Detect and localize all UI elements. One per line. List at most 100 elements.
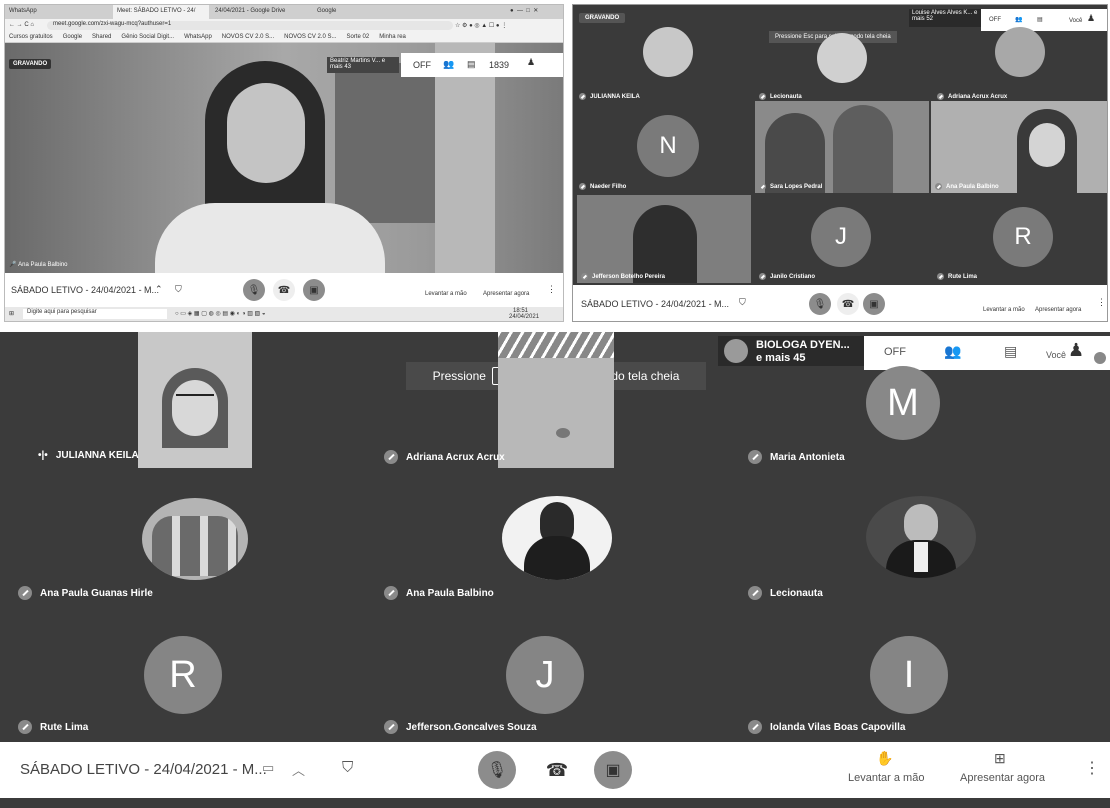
mic-off-icon: [384, 720, 398, 734]
recording-badge: GRAVANDO: [9, 59, 52, 69]
panel-b-screenshot: GRAVANDO Louise Alves Alves K... e mais …: [572, 4, 1108, 322]
raise-hand-button[interactable]: Levantar a mão: [425, 291, 467, 297]
bookmark[interactable]: Cursos gratuitos: [9, 34, 53, 40]
participant-name: •|• JULIANNA KEILA: [38, 450, 139, 461]
security-icon[interactable]: ⛉: [739, 297, 746, 308]
bookmark[interactable]: Shared: [92, 34, 111, 40]
off-toggle[interactable]: OFF: [413, 60, 431, 70]
participant-name-text: Ana Paula Balbino: [406, 587, 494, 599]
presenter-name-text: Ana Paula Balbino: [18, 262, 68, 268]
participant-initial-avatar: J: [811, 207, 871, 267]
bookmark[interactable]: Sorte 02: [347, 34, 370, 40]
captions-toggle-icon[interactable]: ▭: [262, 760, 274, 776]
ceiling-pattern: [498, 332, 614, 358]
hang-up-button[interactable]: ☎: [273, 279, 295, 301]
browser-tab[interactable]: 24/04/2021 - Google Drive: [215, 8, 305, 14]
bookmark[interactable]: WhatsApp: [184, 34, 212, 40]
browser-tab-active[interactable]: Meet: SÁBADO LETIVO - 24/: [113, 5, 209, 19]
address-bar-row: ← → C ⌂ meet.google.com/zxi-wagu-mcq?aut…: [5, 19, 563, 32]
raise-hand-button[interactable]: Levantar a mão: [983, 307, 1025, 313]
raise-hand-icon[interactable]: ✋: [876, 750, 893, 767]
participant-initial-avatar: J: [506, 636, 584, 714]
bookmark[interactable]: Gênio Social Digit...: [121, 34, 174, 40]
participant-name-text: Lecionauta: [770, 587, 823, 599]
chat-icon[interactable]: ▤: [467, 59, 476, 70]
meet-bottom-bar: SÁBADO LETIVO - 24/04/2021 - M... ⌃ ⛉ 🎙 …: [5, 273, 563, 307]
captions-icon[interactable]: ⌃: [155, 284, 163, 295]
participant-name: Ana Paula Guanas Hirle: [18, 586, 153, 600]
participant-tile: J Janilo Cristiano: [753, 195, 931, 283]
participant-name: Rute Lima: [937, 273, 977, 280]
video-person-glasses: [176, 394, 214, 404]
mic-off-icon: [579, 183, 586, 190]
meet-bottom-bar: SÁBADO LETIVO - 24/04/2021 - M... ⛉ 🎙 ☎ …: [573, 285, 1107, 321]
mic-off-button[interactable]: 🎙: [478, 751, 516, 789]
video-person-a: [765, 113, 825, 193]
participant-name-text: Ana Paula Guanas Hirle: [40, 587, 153, 599]
chevron-up-icon[interactable]: ︿: [292, 760, 305, 779]
participant-name: Ana Paula Balbino: [384, 586, 494, 600]
present-now-button[interactable]: Apresentar agora: [960, 772, 1045, 784]
raise-hand-button[interactable]: Levantar a mão: [848, 772, 924, 784]
participant-tile: Ana Paula Guanas Hirle: [10, 474, 370, 604]
video-person-face: [172, 380, 218, 436]
participant-name: Maria Antonieta: [748, 450, 845, 464]
browser-tab[interactable]: Google: [317, 8, 387, 14]
cam-off-button[interactable]: ▣: [303, 279, 325, 301]
bookmark[interactable]: Google: [63, 34, 82, 40]
more-options-icon[interactable]: ⋮: [1084, 758, 1100, 778]
participant-name-text: Rute Lima: [40, 721, 89, 733]
panel-a-screenshot: WhatsApp Meet: SÁBADO LETIVO - 24/ 24/04…: [4, 4, 564, 322]
taskbar-apps[interactable]: ○ ▭ ◈ ▦ ▢ ◍ ◎ ▤ ◉ ◐ ◑ ▥ ▧ ◒: [175, 310, 266, 317]
mic-off-icon: [759, 183, 766, 190]
present-now-button[interactable]: Apresentar agora: [483, 291, 529, 297]
hang-up-button[interactable]: ☎: [538, 751, 576, 789]
speaker-video: GRAVANDO Beatriz Martins V... e mais 43 …: [5, 43, 563, 283]
participant-name-text: JULIANNA KEILA: [55, 450, 139, 461]
start-icon[interactable]: ⊞: [9, 310, 14, 317]
video-face: [1029, 123, 1065, 167]
mic-off-icon: [937, 93, 944, 100]
taskbar-search[interactable]: Digite aqui para pesquisar: [23, 309, 167, 319]
cam-off-button[interactable]: ▣: [594, 751, 632, 789]
mic-off-button[interactable]: 🎙: [243, 279, 265, 301]
participant-initial-avatar: R: [144, 636, 222, 714]
mic-off-button[interactable]: 🎙: [809, 293, 831, 315]
more-options-icon[interactable]: ⋮: [1097, 297, 1106, 308]
security-shield-icon[interactable]: ⛉: [342, 759, 353, 776]
participant-video-tile: Sara Lopes Pedral: [755, 101, 929, 193]
self-avatar: ♟: [527, 57, 536, 67]
meeting-title: SÁBADO LETIVO - 24/04/2021 - M...: [581, 299, 730, 309]
present-now-icon[interactable]: ⊞: [994, 750, 1006, 767]
participant-name: Jefferson.Goncalves Souza: [384, 720, 537, 734]
participant-photo: [643, 27, 693, 77]
address-bar[interactable]: meet.google.com/zxi-wagu-mcq?authuser=1: [47, 21, 453, 30]
participant-tile: Lecionauta: [734, 474, 1104, 604]
participant-tile: Adriana Acrux Acrux: [931, 19, 1107, 101]
windows-taskbar: ⊞ Digite aqui para pesquisar ○ ▭ ◈ ▦ ▢ ◍…: [5, 307, 563, 321]
participant-photo: [866, 496, 976, 578]
security-icon[interactable]: ⛉: [175, 284, 182, 295]
participant-name: JULIANNA KEILA: [579, 93, 640, 100]
hang-up-button[interactable]: ☎: [837, 293, 859, 315]
video-person-b: [833, 105, 893, 193]
window-controls[interactable]: ● — □ ✕: [510, 7, 560, 14]
nav-icons[interactable]: ← → C ⌂: [9, 22, 34, 28]
participant-initial-avatar: I: [870, 636, 948, 714]
present-now-button[interactable]: Apresentar agora: [1035, 307, 1081, 313]
bookmark[interactable]: NOVOS CV 2.0 S...: [222, 34, 274, 40]
participant-name: Lecionauta: [748, 586, 823, 600]
participant-name-text: Adriana Acrux Acrux: [948, 93, 1008, 100]
bookmark[interactable]: Minha rea: [379, 34, 406, 40]
extension-icons[interactable]: ☆ ⚙ ● ◎ ▲ ☐ ● ⋮: [455, 22, 507, 29]
participant-name: Jefferson Botelho Pereira: [581, 273, 665, 280]
mic-off-icon: [579, 93, 586, 100]
participants-icon[interactable]: 👥: [443, 59, 454, 70]
participant-initial-avatar: R: [993, 207, 1053, 267]
mic-off-icon: [759, 273, 766, 280]
participant-name-text: Ana Paula Balbino: [946, 183, 999, 190]
more-options-icon[interactable]: ⋮: [547, 284, 556, 295]
browser-tab[interactable]: WhatsApp: [9, 8, 109, 14]
bookmark[interactable]: NOVOS CV 2.0 S...: [284, 34, 336, 40]
cam-off-button[interactable]: ▣: [863, 293, 885, 315]
